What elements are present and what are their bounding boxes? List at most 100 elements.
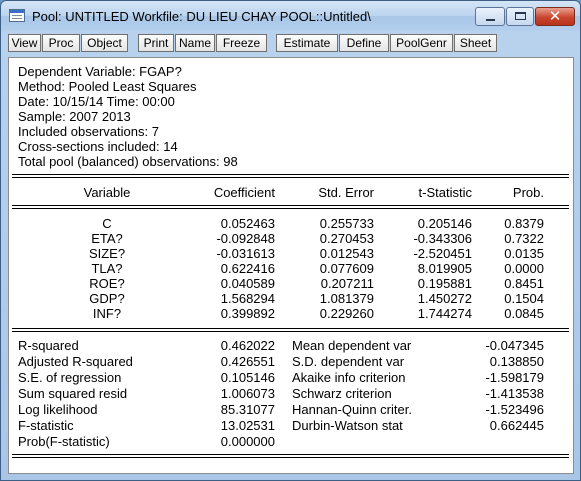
eviews-pool-window: Pool: UNTITLED Workfile: DU LIEU CHAY PO… bbox=[0, 0, 581, 481]
included-observations: Included observations: 7 bbox=[18, 124, 159, 139]
prob: 0.8451 bbox=[504, 276, 544, 291]
define-button[interactable]: Define bbox=[339, 34, 389, 52]
std-error: 0.207211 bbox=[320, 276, 374, 291]
estimate-button[interactable]: Estimate bbox=[276, 34, 338, 52]
coefficient: -0.092848 bbox=[216, 231, 275, 246]
t-statistic: 0.205146 bbox=[417, 216, 472, 231]
method: Method: Pooled Least Squares bbox=[18, 79, 197, 94]
t-statistic: -2.520451 bbox=[413, 246, 472, 261]
prob: 0.1504 bbox=[504, 291, 544, 306]
stat-label: Akaike info criterion bbox=[292, 370, 406, 385]
prob: 0.0135 bbox=[504, 246, 544, 261]
sheet-button[interactable]: Sheet bbox=[454, 34, 497, 52]
name-button[interactable]: Name bbox=[175, 34, 215, 52]
total-observations: Total pool (balanced) observations: 98 bbox=[18, 154, 238, 169]
divider bbox=[12, 174, 569, 175]
stat-value: 0.426551 bbox=[220, 354, 275, 369]
title-bar[interactable]: Pool: UNTITLED Workfile: DU LIEU CHAY PO… bbox=[1, 1, 580, 31]
t-statistic: 8.019905 bbox=[417, 261, 472, 276]
stat-value: 0.462022 bbox=[220, 338, 275, 353]
divider bbox=[12, 177, 569, 178]
coefficient: 0.052463 bbox=[220, 216, 275, 231]
stat-value: -1.598179 bbox=[485, 370, 544, 385]
stat-label: Hannan-Quinn criter. bbox=[292, 402, 412, 417]
stat-label: Durbin-Watson stat bbox=[292, 418, 403, 433]
stat-value: 13.02531 bbox=[220, 418, 275, 433]
poolgenr-button[interactable]: PoolGenr bbox=[390, 34, 453, 52]
variable-name: SIZE? bbox=[88, 246, 126, 261]
minimize-icon bbox=[486, 19, 495, 21]
coefficient: 0.399892 bbox=[220, 306, 275, 321]
pool-object-icon bbox=[9, 9, 25, 22]
divider bbox=[12, 208, 569, 209]
variable-name: GDP? bbox=[89, 291, 125, 306]
cross-sections: Cross-sections included: 14 bbox=[18, 139, 178, 154]
t-statistic: 1.744274 bbox=[417, 306, 472, 321]
prob: 0.0000 bbox=[504, 261, 544, 276]
divider bbox=[12, 331, 569, 332]
stat-value: 0.000000 bbox=[220, 434, 275, 449]
stat-value: 0.138850 bbox=[489, 354, 544, 369]
coefficient: -0.031613 bbox=[216, 246, 275, 261]
stat-value: 1.006073 bbox=[220, 386, 275, 401]
variable-name: TLA? bbox=[91, 261, 123, 276]
window-title: Pool: UNTITLED Workfile: DU LIEU CHAY PO… bbox=[32, 9, 371, 24]
variable-name: INF? bbox=[92, 306, 122, 321]
t-statistic: 1.450272 bbox=[417, 291, 472, 306]
close-button[interactable]: ✕ bbox=[535, 7, 575, 26]
divider bbox=[12, 454, 569, 455]
std-error: 0.270453 bbox=[319, 231, 374, 246]
divider bbox=[12, 457, 569, 458]
column-header-prob: Prob. bbox=[512, 185, 544, 200]
minimize-button[interactable] bbox=[475, 7, 505, 26]
std-error: 0.229260 bbox=[319, 306, 374, 321]
stat-label: Adjusted R-squared bbox=[18, 354, 133, 369]
prob: 0.7322 bbox=[504, 231, 544, 246]
prob: 0.0845 bbox=[504, 306, 544, 321]
column-header-t-statistic: t-Statistic bbox=[418, 185, 472, 200]
sample: Sample: 2007 2013 bbox=[18, 109, 131, 124]
t-statistic: 0.195881 bbox=[417, 276, 472, 291]
stat-label: Log likelihood bbox=[18, 402, 98, 417]
view-button[interactable]: View bbox=[8, 34, 41, 52]
stat-value: -0.047345 bbox=[485, 338, 544, 353]
dependent-variable: Dependent Variable: FGAP? bbox=[18, 64, 182, 79]
freeze-button[interactable]: Freeze bbox=[216, 34, 267, 52]
maximize-icon bbox=[515, 12, 526, 20]
column-header-variable: Variable bbox=[83, 185, 131, 200]
date-time: Date: 10/15/14 Time: 00:00 bbox=[18, 94, 175, 109]
proc-button[interactable]: Proc bbox=[42, 34, 80, 52]
variable-name: C bbox=[102, 216, 112, 231]
divider bbox=[12, 205, 569, 206]
std-error: 0.012543 bbox=[319, 246, 374, 261]
stat-label: F-statistic bbox=[18, 418, 74, 433]
estimation-output[interactable]: Dependent Variable: FGAP? Method: Pooled… bbox=[8, 57, 574, 474]
coefficient: 1.568294 bbox=[220, 291, 275, 306]
coefficient: 0.622416 bbox=[220, 261, 275, 276]
prob: 0.8379 bbox=[504, 216, 544, 231]
stat-value: 0.662445 bbox=[489, 418, 544, 433]
column-header-std-error: Std. Error bbox=[318, 185, 374, 200]
std-error: 0.077609 bbox=[319, 261, 374, 276]
stat-label: Sum squared resid bbox=[18, 386, 128, 401]
std-error: 1.081379 bbox=[319, 291, 374, 306]
variable-name: ROE? bbox=[89, 276, 125, 291]
stat-label: Mean dependent var bbox=[292, 338, 412, 353]
maximize-button[interactable] bbox=[506, 7, 534, 26]
stat-label: S.D. dependent var bbox=[292, 354, 405, 369]
stat-value: -1.413538 bbox=[485, 386, 544, 401]
stat-label: S.E. of regression bbox=[18, 370, 122, 385]
stat-label: R-squared bbox=[18, 338, 79, 353]
t-statistic: -0.343306 bbox=[413, 231, 472, 246]
object-button[interactable]: Object bbox=[81, 34, 128, 52]
close-icon: ✕ bbox=[548, 7, 562, 25]
stat-label: Prob(F-statistic) bbox=[18, 434, 110, 449]
column-header-coefficient: Coefficient bbox=[213, 185, 275, 200]
print-button[interactable]: Print bbox=[138, 34, 174, 52]
stat-value: 0.105146 bbox=[220, 370, 275, 385]
stat-value: -1.523496 bbox=[485, 402, 544, 417]
divider bbox=[12, 328, 569, 329]
stat-value: 85.31077 bbox=[220, 402, 275, 417]
std-error: 0.255733 bbox=[319, 216, 374, 231]
coefficient: 0.040589 bbox=[220, 276, 275, 291]
